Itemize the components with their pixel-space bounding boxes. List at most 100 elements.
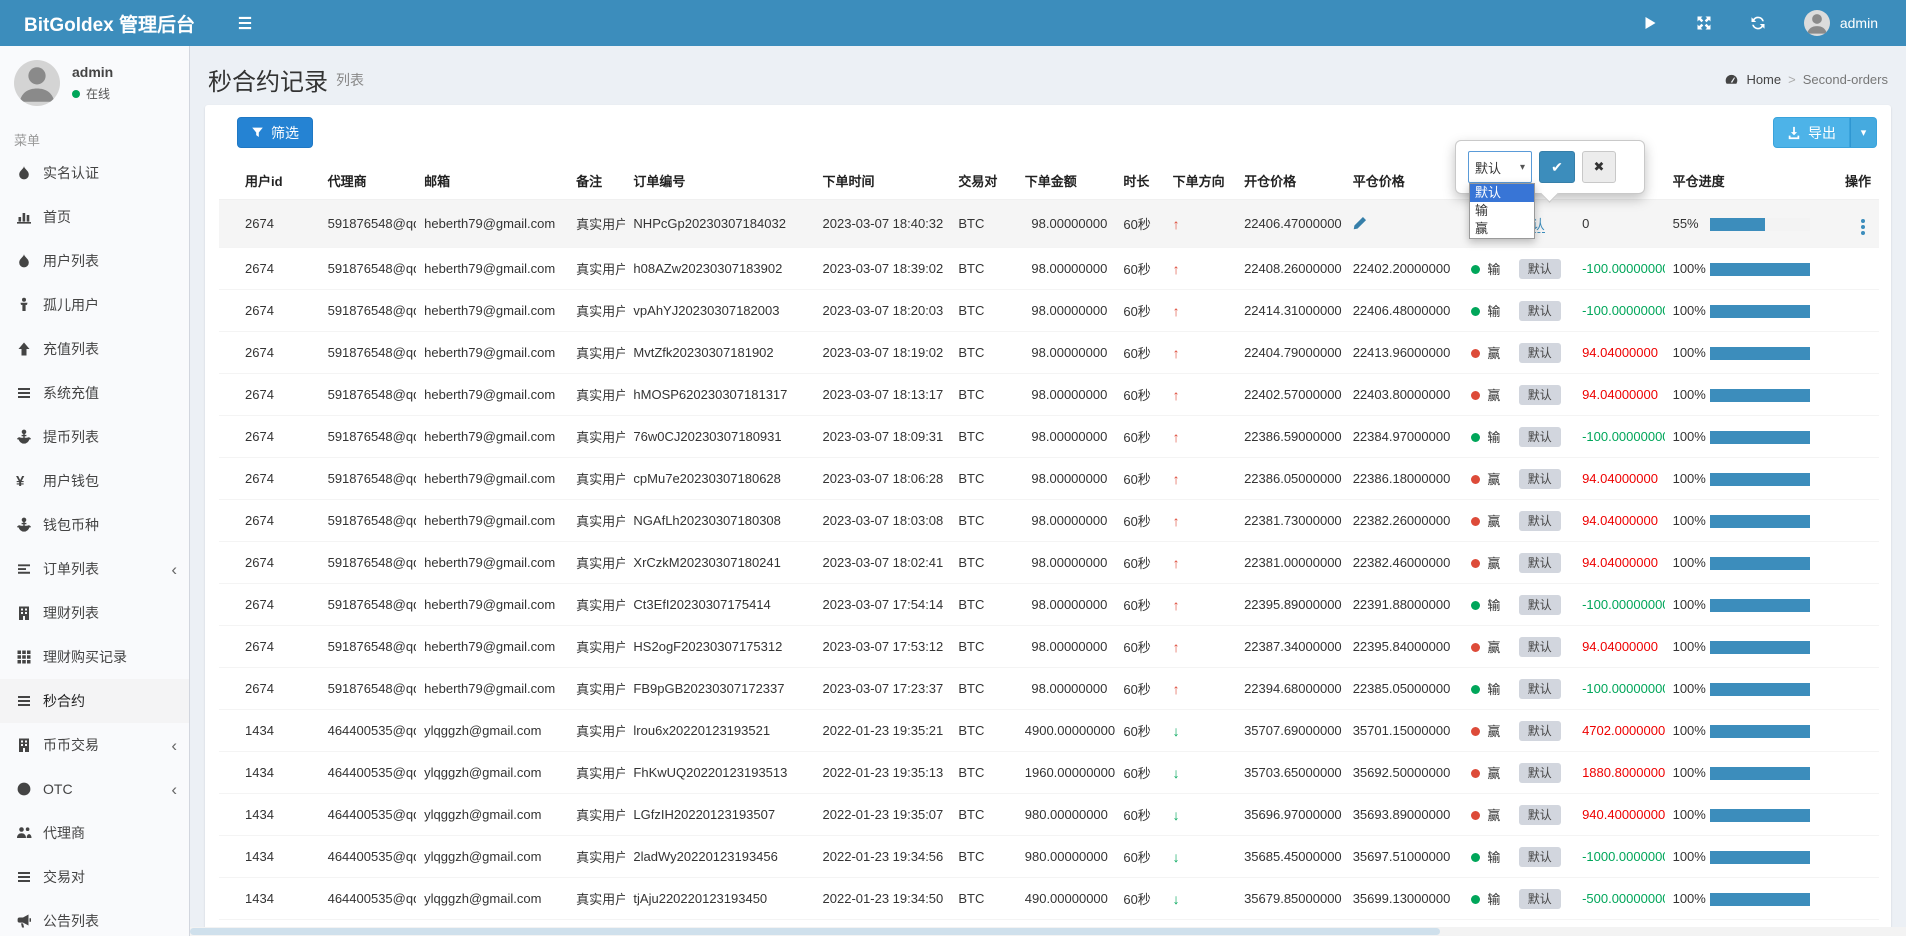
- cell-agent: 464400535@qq.com: [320, 710, 417, 752]
- cell-email: ylqggzh@gmail.com: [416, 752, 568, 794]
- cell-control: 默认: [1511, 542, 1574, 584]
- sidebar-item-订单列表[interactable]: 订单列表‹: [0, 547, 189, 591]
- cell-direction: ↓: [1165, 794, 1236, 836]
- sidebar-item-公告列表[interactable]: 公告列表: [0, 899, 189, 936]
- progress-bar: [1710, 305, 1810, 318]
- fullscreen-icon[interactable]: [1696, 15, 1712, 31]
- brand-logo[interactable]: BitGoldex 管理后台: [0, 10, 190, 37]
- cell-amount: 98.00000000: [1017, 584, 1116, 626]
- progress-bar: [1710, 725, 1810, 738]
- cell-uid: 2674: [219, 668, 320, 710]
- cell-order-no: NHPcGp20230307184032: [625, 200, 814, 248]
- cell-pnl: -100.00000000: [1574, 416, 1665, 458]
- arrow-down-icon: ↓: [1173, 765, 1180, 781]
- export-button[interactable]: 导出: [1773, 117, 1850, 148]
- cell-pair: BTC: [950, 584, 1016, 626]
- filter-button[interactable]: 筛选: [237, 117, 313, 148]
- sidebar-item-系统充值[interactable]: 系统充值: [0, 371, 189, 415]
- cell-time: 2022-01-23 19:34:50: [815, 878, 951, 920]
- sidebar-item-提币列表[interactable]: 提币列表: [0, 415, 189, 459]
- cell-open-price: 22402.57000000: [1236, 374, 1345, 416]
- sidebar-toggle-icon[interactable]: [236, 16, 254, 30]
- sidebar-item-理财购买记录[interactable]: 理财购买记录: [0, 635, 189, 679]
- sidebar-item-用户列表[interactable]: 用户列表: [0, 239, 189, 283]
- cell-action: [1821, 668, 1879, 710]
- cell-time: 2023-03-07 18:13:17: [815, 374, 951, 416]
- cell-progress: 100%: [1665, 752, 1821, 794]
- horizontal-scrollbar[interactable]: [190, 927, 1906, 936]
- cell-action: [1821, 710, 1879, 752]
- cell-open-price: 22395.89000000: [1236, 584, 1345, 626]
- cell-close-price: 22403.80000000: [1345, 374, 1464, 416]
- cell-control: 默认: [1511, 458, 1574, 500]
- play-icon[interactable]: [1642, 15, 1658, 31]
- sidebar-item-首页[interactable]: 首页: [0, 195, 189, 239]
- sidebar-item-用户钱包[interactable]: ¥用户钱包: [0, 459, 189, 503]
- export-dropdown-button[interactable]: ▾: [1850, 117, 1877, 148]
- cell-order-no: hMOSP620230307181317: [625, 374, 814, 416]
- table-row: 1434464400535@qq.comylqggzh@gmail.com真实用…: [219, 710, 1879, 752]
- arrow-down-icon: ↓: [1173, 723, 1180, 739]
- cell-progress: 100%: [1665, 794, 1821, 836]
- user-menu[interactable]: admin: [1804, 10, 1878, 36]
- sidebar-item-钱包币种[interactable]: 钱包币种: [0, 503, 189, 547]
- result-dot: [1471, 307, 1480, 316]
- breadcrumb-home[interactable]: Home: [1746, 72, 1781, 87]
- cell-duration: 60秒: [1115, 836, 1164, 878]
- sidebar-item-充值列表[interactable]: 充值列表: [0, 327, 189, 371]
- cell-uid: 1434: [219, 836, 320, 878]
- confirm-button[interactable]: ✔: [1539, 151, 1575, 183]
- cell-direction: ↑: [1165, 584, 1236, 626]
- column-header-下单时间: 下单时间: [815, 162, 951, 200]
- cell-result: 赢: [1463, 500, 1510, 542]
- cell-amount: 98.00000000: [1017, 500, 1116, 542]
- cell-direction: ↓: [1165, 752, 1236, 794]
- progress-bar: [1710, 809, 1810, 822]
- sidebar-item-label: 公告列表: [43, 911, 99, 931]
- cell-uid: 2674: [219, 626, 320, 668]
- cell-pnl: 94.04000000: [1574, 500, 1665, 542]
- cell-pair: BTC: [950, 458, 1016, 500]
- cell-pair: BTC: [950, 248, 1016, 290]
- cell-pair: BTC: [950, 374, 1016, 416]
- cancel-button[interactable]: ✖: [1582, 151, 1616, 183]
- sidebar-item-孤儿用户[interactable]: 孤儿用户: [0, 283, 189, 327]
- cell-progress: 100%: [1665, 332, 1821, 374]
- cell-email: heberth79@gmail.com: [416, 290, 568, 332]
- cell-time: 2023-03-07 18:19:02: [815, 332, 951, 374]
- cell-duration: 60秒: [1115, 374, 1164, 416]
- cell-duration: 60秒: [1115, 710, 1164, 752]
- edit-pencil-icon[interactable]: [1353, 215, 1368, 230]
- sidebar-item-代理商[interactable]: 代理商: [0, 811, 189, 855]
- sidebar-item-币币交易[interactable]: 币币交易‹: [0, 723, 189, 767]
- cell-note: 真实用户: [568, 416, 625, 458]
- cell-note: 真实用户: [568, 500, 625, 542]
- cell-email: ylqggzh@gmail.com: [416, 878, 568, 920]
- actions-menu-icon[interactable]: [1855, 218, 1871, 236]
- cell-control: 默认: [1511, 416, 1574, 458]
- scrollbar-thumb[interactable]: [190, 928, 1440, 935]
- arrow-up-icon: ↑: [1173, 303, 1180, 319]
- sidebar-item-OTC[interactable]: OTC‹: [0, 767, 189, 811]
- cell-pair: BTC: [950, 416, 1016, 458]
- chevron-left-icon: ‹: [171, 737, 177, 754]
- cell-result: 赢: [1463, 542, 1510, 584]
- cell-open-price: 22387.34000000: [1236, 626, 1345, 668]
- cell-duration: 60秒: [1115, 794, 1164, 836]
- cell-note: 真实用户: [568, 878, 625, 920]
- sidebar-item-秒合约[interactable]: 秒合约: [0, 679, 189, 723]
- refresh-icon[interactable]: [1750, 15, 1766, 31]
- sidebar-item-实名认证[interactable]: 实名认证: [0, 151, 189, 195]
- cell-time: 2023-03-07 18:09:31: [815, 416, 951, 458]
- cell-direction: ↑: [1165, 332, 1236, 374]
- column-header-时长: 时长: [1115, 162, 1164, 200]
- sidebar-item-理财列表[interactable]: 理财列表: [0, 591, 189, 635]
- control-select[interactable]: 默认 ▾: [1468, 151, 1532, 183]
- select-option-默认[interactable]: 默认: [1470, 184, 1534, 202]
- cell-result: 赢: [1463, 458, 1510, 500]
- sidebar-item-交易对[interactable]: 交易对: [0, 855, 189, 899]
- select-option-输[interactable]: 输: [1470, 202, 1534, 220]
- records-card: 筛选 导出 ▾ 用户id代理商邮箱备注订单编号下单时间交易对下单金额时长下单方向…: [205, 105, 1891, 936]
- select-option-赢[interactable]: 赢: [1470, 220, 1534, 238]
- cell-time: 2022-01-23 19:35:13: [815, 752, 951, 794]
